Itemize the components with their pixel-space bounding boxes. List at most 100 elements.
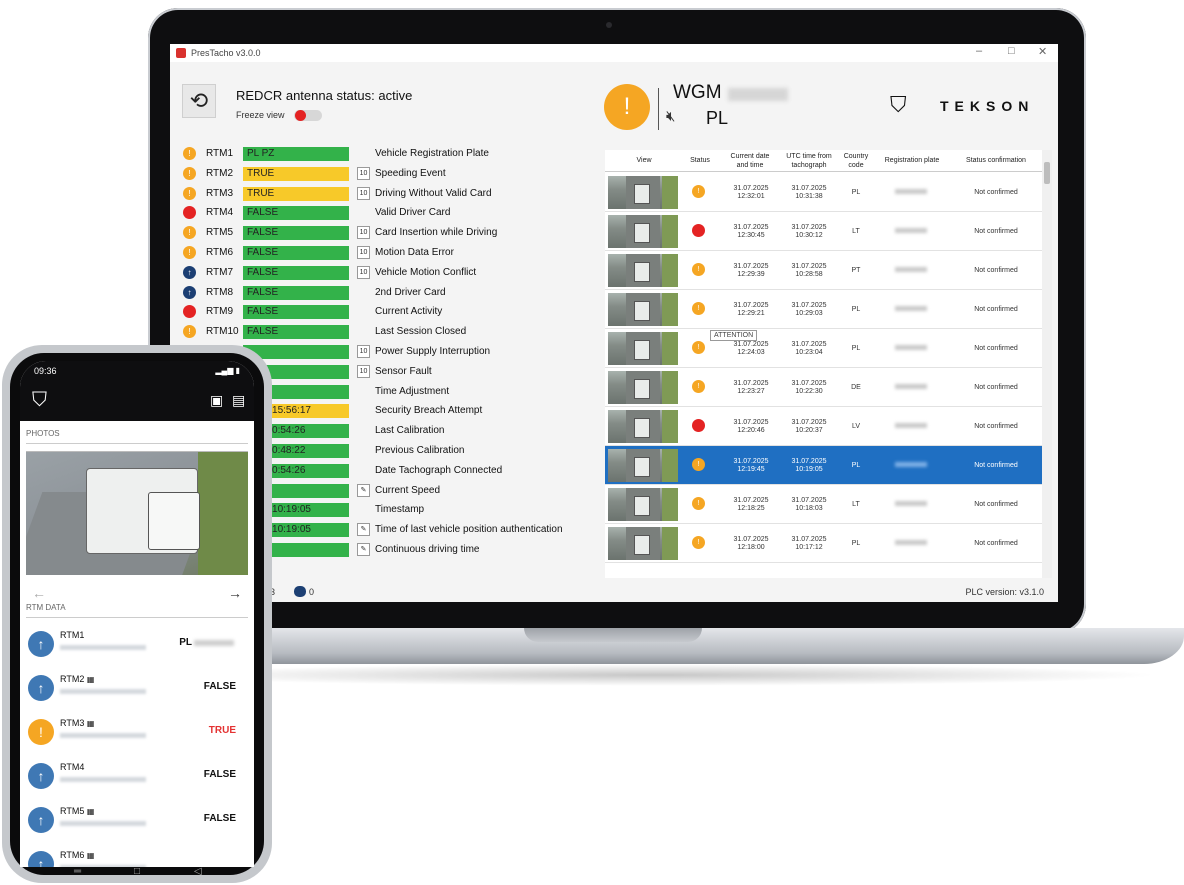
table-row[interactable]: ! 31.07.2025 12:18:00 31.07.2025 10:17:12 … [605,524,1043,563]
confirm-cell[interactable]: Not confirmed [955,306,1037,314]
history-count-icon[interactable]: 10 [357,226,370,240]
confirm-cell[interactable]: Not confirmed [955,540,1037,548]
history-count-icon[interactable]: 10 [357,265,370,279]
mobile-rtm-item[interactable]: ↑ RTM6 ▦ [20,843,254,867]
edit-icon[interactable]: ✎ [357,483,370,497]
calendar-icon[interactable]: ▦ [87,807,95,816]
calendar-icon[interactable]: ▦ [87,851,95,860]
tekson-logo-icon: ⛉ [890,92,907,117]
table-row[interactable]: ! 31.07.2025 12:29:39 31.07.2025 10:28:58 … [605,251,1043,290]
truck [634,184,650,204]
home-nav-icon[interactable]: □ [134,866,140,877]
mobile-rtm-item[interactable]: ↑ RTM5 ▦ FALSE [20,799,254,843]
camera-thumbnail[interactable] [608,488,678,521]
history-count-icon[interactable]: 10 [357,166,370,180]
history-count-icon[interactable]: 10 [357,345,370,358]
history-count-icon[interactable]: 10 [357,364,370,378]
clipboard-icon[interactable]: ▤ [232,392,245,409]
prev-photo-arrow-icon[interactable]: ← [32,585,46,601]
plate-blur [895,228,927,233]
time: 12:23:27 [737,388,765,395]
camera-thumbnail[interactable] [608,176,678,209]
truck-photo[interactable] [26,451,248,575]
mobile-rtm-item[interactable]: ↑ RTM1 PL [20,623,254,667]
mobile-rtm-item[interactable]: ↑ RTM4 FALSE [20,755,254,799]
date-cell: 31.07.2025 12:30:45 [729,224,773,240]
th-date[interactable]: Current date and time [727,152,773,170]
app-icon [176,48,186,58]
rtm-id: RTM3 [206,187,234,199]
confirm-cell[interactable]: Not confirmed [955,501,1037,509]
camera-thumbnail[interactable] [608,449,678,482]
camera-thumbnail[interactable] [608,254,678,287]
confirm-cell[interactable]: Not confirmed [955,462,1037,470]
edit-icon[interactable]: ✎ [357,523,370,537]
mobile-rtm-item[interactable]: ! RTM3 ▦ TRUE [20,711,254,755]
camera-thumbnail[interactable] [608,371,678,404]
confirm-cell[interactable]: Not confirmed [955,189,1037,197]
camera-thumbnail[interactable] [608,410,678,443]
history-count-icon[interactable]: 10 [357,246,370,259]
rtm-row[interactable]: ! RTM5 FALSE 10 Card Insertion while Driving [170,223,600,243]
confirm-cell[interactable]: Not confirmed [955,228,1037,236]
maximize-button[interactable]: □ [1008,45,1015,57]
brand-name: TEKSON [940,98,1035,114]
rtm-row[interactable]: ! RTM3 TRUE 10 Driving Without Valid Card [170,184,600,204]
th-status[interactable]: Status [685,156,715,165]
table-row[interactable]: ! 31.07.2025 12:29:21 31.07.2025 10:29:03 … [605,290,1043,329]
date-cell: 31.07.2025 12:18:00 [729,536,773,552]
rtm-row[interactable]: ! RTM2 TRUE 10 Speeding Event [170,164,600,184]
freeze-view-toggle[interactable] [294,110,322,121]
mobile-rtm-item[interactable]: ↑ RTM2 ▦ FALSE [20,667,254,711]
time: 12:32:01 [737,193,765,200]
camera-thumbnail[interactable] [608,215,678,248]
next-photo-arrow-icon[interactable]: → [228,585,242,601]
phone-nav-bar: ═ □ ◁ [20,866,254,882]
table-row[interactable]: ! 31.07.2025 12:18:25 31.07.2025 10:18:03 … [605,485,1043,524]
scroll-thumb[interactable] [1044,162,1050,184]
table-row[interactable]: ! 31.07.2025 12:24:03 31.07.2025 10:23:04 … [605,329,1043,368]
camera-thumbnail[interactable] [608,527,678,560]
history-count-icon[interactable]: 10 [357,186,370,200]
speaker-muted-icon[interactable]: 🔇︎ [666,108,675,125]
table-row[interactable]: ! 31.07.2025 12:23:27 31.07.2025 10:22:30 … [605,368,1043,407]
edit-icon[interactable]: ✎ [357,543,370,556]
arrow-up-icon: ↑ [28,631,54,657]
rtm-row[interactable]: ! RTM1 PL PZ Vehicle Registration Plate [170,144,600,164]
date-cell: 31.07.2025 12:32:01 [729,185,773,201]
rtm-row[interactable]: ↑ RTM7 FALSE 10 Vehicle Motion Conflict [170,263,600,283]
th-confirm[interactable]: Status confirmation [955,156,1037,165]
events-table: View Status Current date and time UTC ti… [605,150,1043,578]
confirm-cell[interactable]: Not confirmed [955,423,1037,431]
camera-thumbnail[interactable] [608,293,678,326]
th-utc[interactable]: UTC time from tachograph [785,152,833,170]
table-row[interactable]: ! 31.07.2025 12:32:01 31.07.2025 10:31:38 … [605,173,1043,212]
menu-nav-icon[interactable]: ═ [74,866,81,877]
history-button[interactable]: ⟲ [182,84,216,118]
table-row[interactable]: 31.07.2025 12:30:45 31.07.2025 10:30:12 LT… [605,212,1043,251]
camera-thumbnail[interactable] [608,332,678,365]
close-button[interactable]: ✕ [1038,45,1047,58]
table-scrollbar[interactable] [1042,150,1052,578]
rtm-row[interactable]: RTM4 FALSE Valid Driver Card [170,203,600,223]
back-nav-icon[interactable]: ◁ [194,866,202,877]
rtm-description: 2nd Driver Card [375,286,446,298]
table-row[interactable]: ! 31.07.2025 12:19:45 31.07.2025 10:19:05 … [605,446,1043,485]
rtm-row[interactable]: ↑ RTM8 FALSE 2nd Driver Card [170,283,600,303]
confirm-cell[interactable]: Not confirmed [955,267,1037,275]
grass [198,452,248,575]
th-plate[interactable]: Registration plate [881,156,943,165]
save-icon[interactable]: ▣ [210,392,223,409]
calendar-icon[interactable]: ▦ [87,675,95,684]
table-row[interactable]: 31.07.2025 12:20:46 31.07.2025 10:20:37 LV… [605,407,1043,446]
rtm-row[interactable]: RTM9 FALSE Current Activity [170,302,600,322]
calendar-icon[interactable]: ▦ [87,719,95,728]
minimize-button[interactable]: – [976,45,982,57]
confirm-cell[interactable]: Not confirmed [955,384,1037,392]
confirm-cell[interactable]: Not confirmed [955,345,1037,353]
th-view[interactable]: View [619,156,669,165]
rtm-row[interactable]: ! RTM6 FALSE 10 Motion Data Error [170,243,600,263]
date-cell: 31.07.2025 12:18:25 [729,497,773,513]
rtm-row[interactable]: ! RTM10 FALSE Last Session Closed [170,322,600,342]
th-country[interactable]: Country code [841,152,871,170]
